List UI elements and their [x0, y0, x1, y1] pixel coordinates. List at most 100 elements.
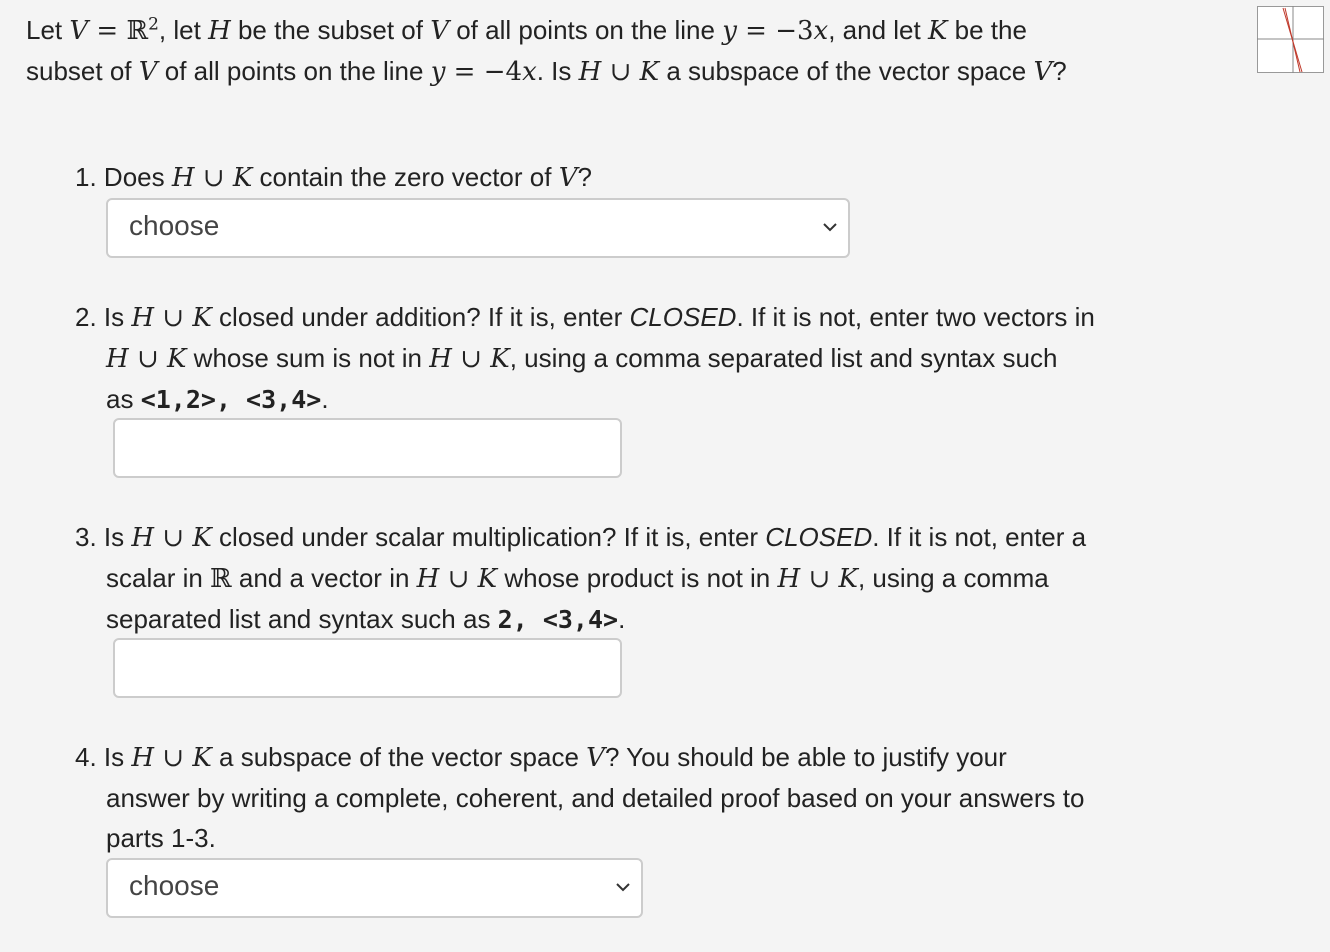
math-var: K	[927, 16, 948, 46]
math-op: ∪	[128, 344, 168, 374]
text: . If it is not, enter two vectors in	[736, 302, 1095, 332]
text: Is	[96, 742, 132, 772]
text: of all points on the line	[157, 56, 431, 86]
text: , using a comma	[857, 563, 1049, 593]
text: closed under scalar multiplication? If i…	[211, 522, 766, 552]
math-var: H	[131, 303, 155, 333]
text: ? You should be able to justify your	[604, 742, 1007, 772]
math-var: K	[192, 743, 212, 773]
text: be the	[947, 15, 1027, 45]
math-set: ℝ	[210, 564, 232, 594]
math-var: V	[138, 57, 158, 87]
math-var: K	[838, 564, 858, 594]
math-var: y	[722, 16, 737, 46]
text: as	[106, 384, 141, 414]
math-var: x	[522, 57, 537, 87]
math-var: H	[171, 163, 195, 193]
math-op: ∪	[154, 303, 193, 333]
text: , using a comma separated list and synta…	[509, 343, 1058, 373]
math-op: ∪	[451, 344, 491, 374]
syntax-example: <1,2>, <3,4>	[140, 385, 322, 414]
math-op: ∪	[800, 564, 839, 594]
math-var: H	[777, 564, 801, 594]
math-var: x	[813, 16, 829, 46]
question-number: 2.	[75, 302, 97, 332]
text: a subspace of the vector space	[211, 742, 587, 772]
text: of all points on the line	[449, 15, 723, 45]
chevron-down-icon	[616, 883, 630, 892]
text: whose product is not in	[497, 563, 778, 593]
text: Is	[96, 522, 132, 552]
text: whose sum is not in	[186, 343, 430, 373]
text: Does	[96, 162, 172, 192]
q4-line-1: 4. Is H ∪ K a subspace of the vector spa…	[75, 737, 1195, 778]
select-value: choose	[129, 870, 220, 901]
math-op: ∪	[194, 163, 233, 193]
math-var: K	[232, 163, 253, 193]
math-var: H	[131, 743, 155, 773]
text: be the subset of	[230, 15, 431, 45]
text: closed under addition? If it is, enter	[211, 302, 630, 332]
chevron-down-icon	[823, 223, 837, 232]
math-var: H	[106, 344, 129, 374]
math-var: V	[558, 163, 578, 193]
select-value: choose	[129, 210, 220, 241]
math-op: = −3	[736, 16, 814, 46]
text: ?	[577, 162, 592, 192]
text: .	[618, 604, 626, 634]
q3-line-3: separated list and syntax such as 2, <3,…	[106, 599, 1195, 640]
text: , and let	[828, 15, 928, 45]
text: scalar in	[106, 563, 211, 593]
math-op: ∪	[439, 564, 478, 594]
math-op: = −4	[445, 57, 523, 87]
math-var: H	[131, 523, 155, 553]
math-var: V	[430, 16, 449, 46]
q4-line-2: answer by writing a complete, coherent, …	[106, 783, 1085, 813]
math-var: K	[490, 344, 510, 374]
question-number: 1.	[75, 162, 97, 192]
q3-line-1: 3. Is H ∪ K closed under scalar multipli…	[75, 517, 1195, 558]
text: Is	[96, 302, 132, 332]
math-var: K	[639, 57, 660, 87]
problem-line-1: Let V = ℝ2, let H be the subset of V of …	[26, 10, 1236, 51]
question-2: 2. Is H ∪ K closed under addition? If it…	[75, 297, 1195, 420]
problem-line-2: subset of V of all points on the line y …	[26, 51, 1236, 92]
math-op: ∪	[154, 523, 193, 553]
q2-answer-input[interactable]	[113, 418, 622, 478]
math-op: ∪	[601, 57, 640, 87]
text: separated list and syntax such as	[106, 604, 498, 634]
text: Let	[26, 15, 70, 45]
math-op: ∪	[154, 743, 193, 773]
math-var: V	[69, 16, 89, 46]
q2-line-1: 2. Is H ∪ K closed under addition? If it…	[75, 297, 1195, 338]
syntax-example: 2, <3,4>	[497, 605, 619, 634]
math-var: V	[1033, 57, 1053, 87]
text: subset of	[26, 56, 139, 86]
question-3: 3. Is H ∪ K closed under scalar multipli…	[75, 517, 1195, 640]
text: .	[321, 384, 329, 414]
question-4: 4. Is H ∪ K a subspace of the vector spa…	[75, 737, 1195, 858]
text: and a vector in	[231, 563, 417, 593]
graph-thumbnail[interactable]	[1257, 6, 1324, 73]
math-var: H	[578, 57, 602, 87]
q1-select[interactable]: choose	[106, 198, 850, 258]
math-var: H	[208, 16, 231, 46]
q2-line-2: H ∪ K whose sum is not in H ∪ K, using a…	[106, 338, 1195, 379]
q4-select[interactable]: choose	[106, 858, 643, 918]
math-exp: 2	[148, 14, 159, 35]
q2-line-3: as <1,2>, <3,4>.	[106, 379, 1195, 420]
math-var: H	[416, 564, 440, 594]
math-var: K	[192, 523, 212, 553]
text: . If it is not, enter a	[872, 522, 1087, 552]
math-var: K	[192, 303, 212, 333]
math-var: K	[477, 564, 498, 594]
question-number: 3.	[75, 522, 97, 552]
math-var: V	[586, 743, 605, 773]
q3-line-2: scalar in ℝ and a vector in H ∪ K whose …	[106, 558, 1195, 599]
text: ?	[1052, 56, 1067, 86]
q3-answer-input[interactable]	[113, 638, 622, 698]
math-var: y	[430, 57, 446, 87]
question-1: 1. Does H ∪ K contain the zero vector of…	[75, 157, 1195, 198]
text: , let	[158, 15, 209, 45]
question-number: 4.	[75, 742, 97, 772]
